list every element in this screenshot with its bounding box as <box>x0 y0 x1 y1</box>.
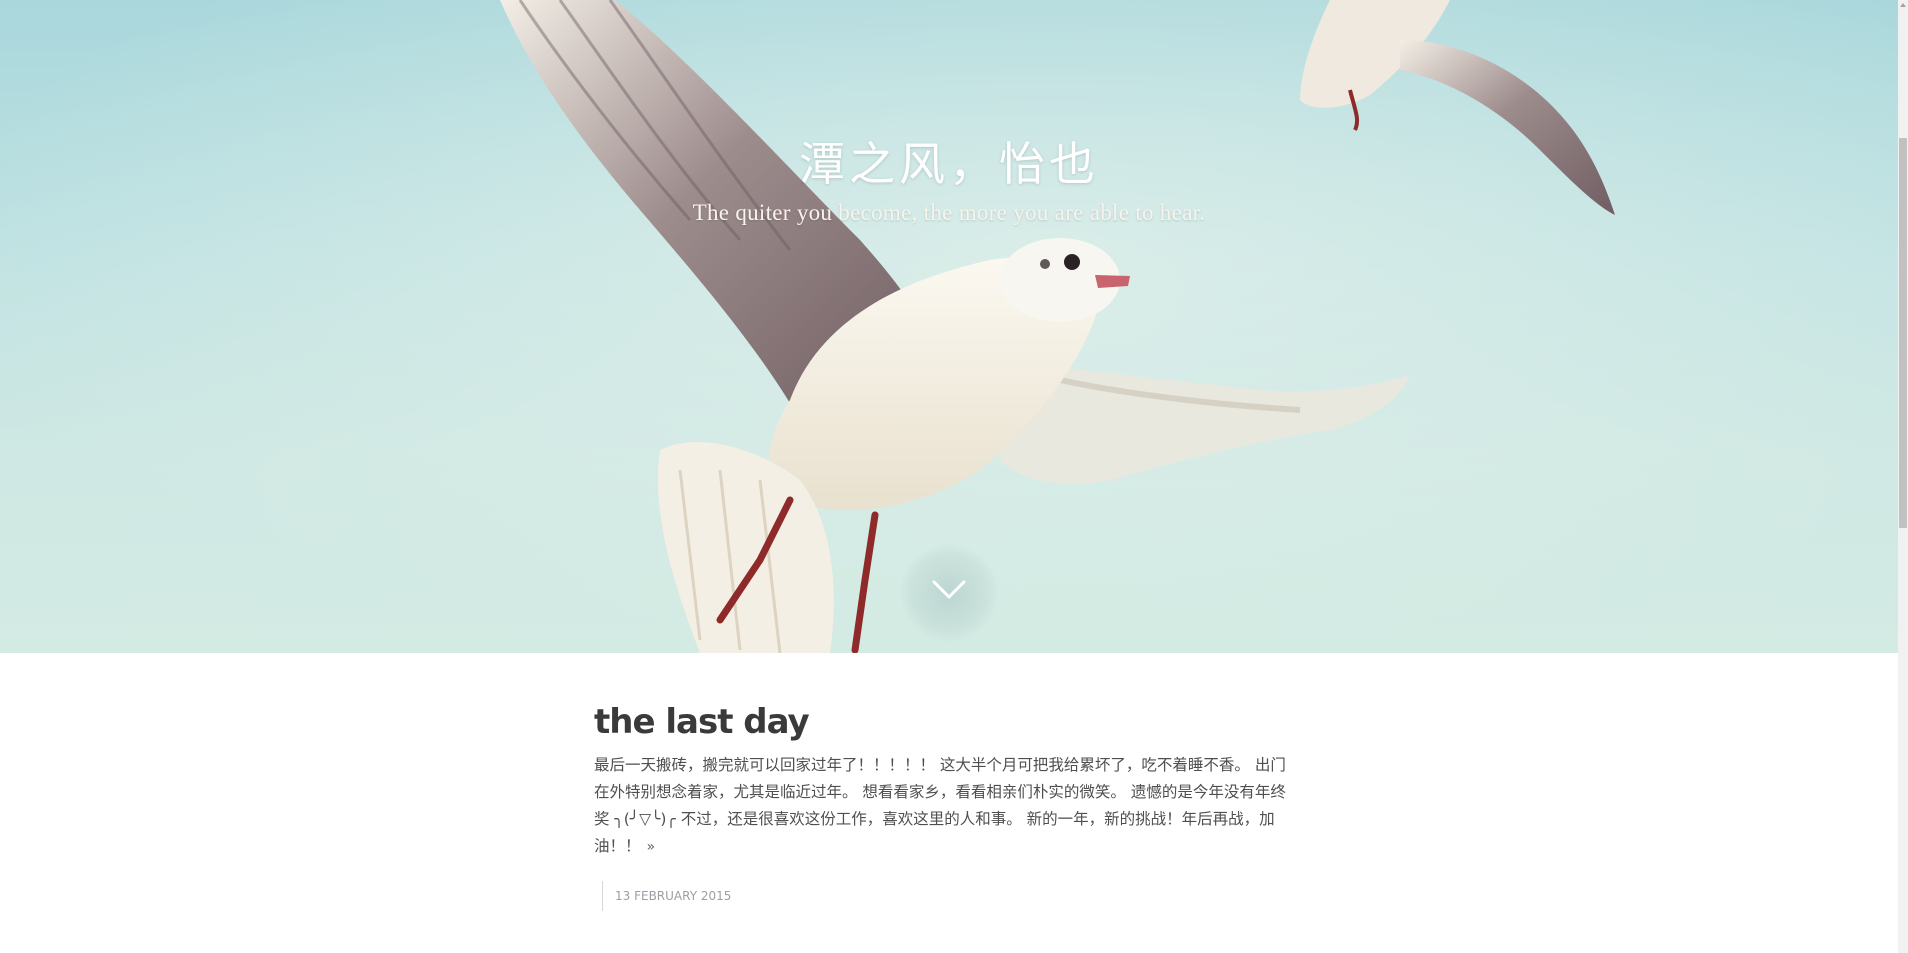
post-title[interactable]: the last day <box>594 700 1294 744</box>
post-meta: 13 February 2015 <box>602 881 1294 912</box>
hero-header: 潭之风，怡也 The quiter you become, the more y… <box>0 0 1898 653</box>
chevron-down-icon <box>932 580 966 599</box>
site-tagline: The quiter you become, the more you are … <box>692 200 1206 225</box>
scroll-down-button[interactable] <box>900 544 998 642</box>
site-title: 潭之风，怡也 <box>799 137 1099 191</box>
post-date: 13 February 2015 <box>615 889 732 904</box>
post-preview: the last day 最后一天搬砖，搬完就可以回家过年了！！！！！ 这大半个… <box>594 700 1294 912</box>
post-excerpt-text: 最后一天搬砖，搬完就可以回家过年了！！！！！ 这大半个月可把我给累坏了，吃不着睡… <box>594 756 1286 856</box>
post-excerpt: 最后一天搬砖，搬完就可以回家过年了！！！！！ 这大半个月可把我给累坏了，吃不着睡… <box>594 752 1294 861</box>
scrollbar-thumb[interactable] <box>1899 138 1907 528</box>
read-more-link[interactable]: » <box>647 839 656 855</box>
page: 潭之风，怡也 The quiter you become, the more y… <box>0 0 1908 953</box>
vertical-scrollbar[interactable] <box>1898 0 1908 953</box>
scroll-up-arrow-icon[interactable] <box>1898 0 1908 10</box>
